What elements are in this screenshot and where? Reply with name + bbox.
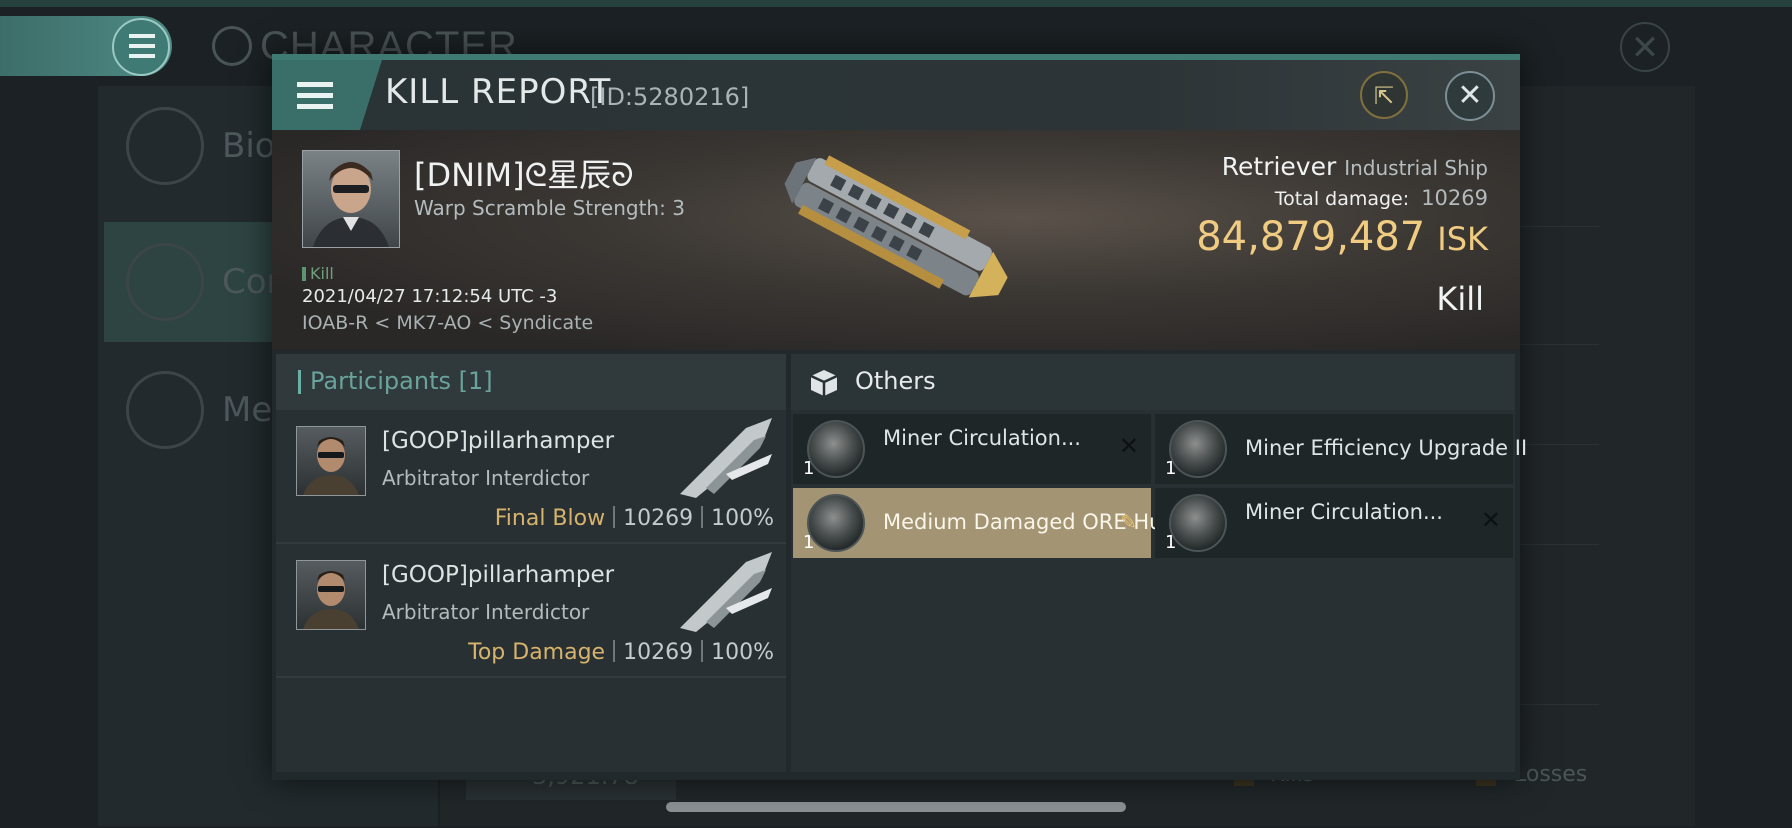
arbitrator-ship-image xyxy=(680,552,772,632)
close-button[interactable]: ✕ xyxy=(1445,71,1495,121)
kill-report-id: [ID:5280216] xyxy=(590,83,750,111)
losses-label: Losses xyxy=(1514,762,1588,787)
total-damage: Total damage: 10269 xyxy=(1275,186,1488,210)
isk-unit: ISK xyxy=(1437,220,1488,258)
destroyed-icon: ✕ xyxy=(1118,432,1139,460)
participant-ship: Arbitrator Interdictor xyxy=(382,466,590,490)
isk-amount: 84,879,487 xyxy=(1196,214,1426,260)
share-icon: ⇱ xyxy=(1373,82,1395,110)
warp-scramble-strength: Warp Scramble Strength: 3 xyxy=(414,196,685,220)
victim-portrait[interactable] xyxy=(302,150,400,248)
star-medal-icon xyxy=(126,371,204,449)
main-menu-button[interactable] xyxy=(0,16,172,76)
arbitrator-ship-image xyxy=(680,418,772,498)
character-close-button[interactable]: ✕ xyxy=(1620,22,1670,72)
item-quantity: 1 xyxy=(803,532,815,553)
item-name: Miner Circulation... xyxy=(1245,500,1443,524)
module-icon xyxy=(1169,420,1227,478)
total-damage-label: Total damage: xyxy=(1274,188,1410,210)
top-strip xyxy=(0,0,1792,7)
others-header: Others xyxy=(791,354,1515,410)
participant-name: [GOOP]pillarhamper xyxy=(382,428,615,454)
close-icon: ✕ xyxy=(1457,78,1483,113)
retriever-ship-image[interactable] xyxy=(772,140,1022,320)
list-icon xyxy=(126,107,204,185)
participant-percent: 100% xyxy=(711,506,774,531)
participant-role: Top Damage xyxy=(468,640,606,665)
module-icon xyxy=(807,420,865,478)
module-icon xyxy=(1169,494,1227,552)
participant-name: [GOOP]pillarhamper xyxy=(382,562,615,588)
victim-ship[interactable]: Retriever Industrial Ship xyxy=(1222,152,1488,181)
item-slot[interactable]: 1 Miner Circulation... ✕ xyxy=(793,414,1151,484)
participant-stats: Top Damage 10269 100% xyxy=(468,640,774,665)
others-title: Others xyxy=(855,367,936,395)
sidebar-item-label: Bio xyxy=(222,126,276,166)
kill-tag: Kill xyxy=(302,264,334,283)
kill-tag-label: Kill xyxy=(310,264,334,283)
participant-stats: Final Blow 10269 100% xyxy=(495,506,774,531)
item-slot[interactable]: 1 Medium Damaged ORE Hull ✎ xyxy=(793,488,1174,558)
participant-portrait xyxy=(296,560,366,630)
participant-damage: 10269 xyxy=(623,506,694,531)
participants-title: Participants [1] xyxy=(310,367,493,395)
kill-datetime: 2021/04/27 17:12:54 UTC -3 xyxy=(302,286,558,307)
crossed-swords-icon xyxy=(126,243,204,321)
cube-icon xyxy=(810,370,838,396)
kill-report-title: KILL REPORT xyxy=(385,72,612,112)
character-icon xyxy=(212,26,252,66)
kill-result: Kill xyxy=(1436,280,1484,318)
participants-header: Participants [1] xyxy=(276,354,786,410)
item-quantity: 1 xyxy=(803,458,815,479)
participant-percent: 100% xyxy=(711,640,774,665)
share-button[interactable]: ⇱ xyxy=(1360,71,1408,119)
participant-role: Final Blow xyxy=(494,506,606,531)
kill-report-dialog: KILL REPORT [ID:5280216] ⇱ ✕ [DNIM]ᘓ星辰ᘐ … xyxy=(272,54,1527,780)
menu-icon xyxy=(297,82,333,87)
ship-class: Industrial Ship xyxy=(1344,156,1488,180)
item-quantity: 1 xyxy=(1165,458,1177,479)
kill-report-header: KILL REPORT [ID:5280216] ⇱ ✕ xyxy=(272,60,1520,130)
others-panel: Others 1 Miner Circulation... ✕ 1 Miner … xyxy=(791,354,1527,772)
participant-damage: 10269 xyxy=(623,640,694,665)
kill-report-menu-button[interactable] xyxy=(272,60,382,130)
victim-summary: [DNIM]ᘓ星辰ᘐ Warp Scramble Strength: 3 Kil… xyxy=(272,130,1520,350)
destroyed-icon: ✕ xyxy=(1480,506,1501,534)
kill-location[interactable]: IOAB-R < MK7-AO < Syndicate xyxy=(302,312,593,334)
total-damage-value: 10269 xyxy=(1421,186,1488,210)
salvage-icon: ✎ xyxy=(1120,510,1137,534)
item-slot[interactable]: 1 Miner Efficiency Upgrade II xyxy=(1155,414,1527,484)
isk-value: 84,879,487 ISK xyxy=(1196,214,1488,260)
item-slot[interactable]: 1 Miner Circulation... ✕ xyxy=(1155,488,1513,558)
participant-ship: Arbitrator Interdictor xyxy=(382,600,590,624)
participant-portrait xyxy=(296,426,366,496)
participants-panel: Participants [1] [GOOP]pillarhamper Arbi… xyxy=(276,354,786,772)
participant-row[interactable]: [GOOP]pillarhamper Arbitrator Interdicto… xyxy=(276,544,786,678)
horizontal-scrollbar[interactable] xyxy=(666,802,1126,812)
item-name: Miner Circulation... xyxy=(883,426,1081,450)
victim-name[interactable]: [DNIM]ᘓ星辰ᘐ xyxy=(414,150,634,196)
ship-name: Retriever xyxy=(1221,152,1337,181)
menu-icon xyxy=(112,18,170,76)
item-quantity: 1 xyxy=(1165,532,1177,553)
hull-icon xyxy=(807,494,865,552)
item-name: Miner Efficiency Upgrade II xyxy=(1245,436,1528,460)
participant-row[interactable]: [GOOP]pillarhamper Arbitrator Interdicto… xyxy=(276,410,786,544)
